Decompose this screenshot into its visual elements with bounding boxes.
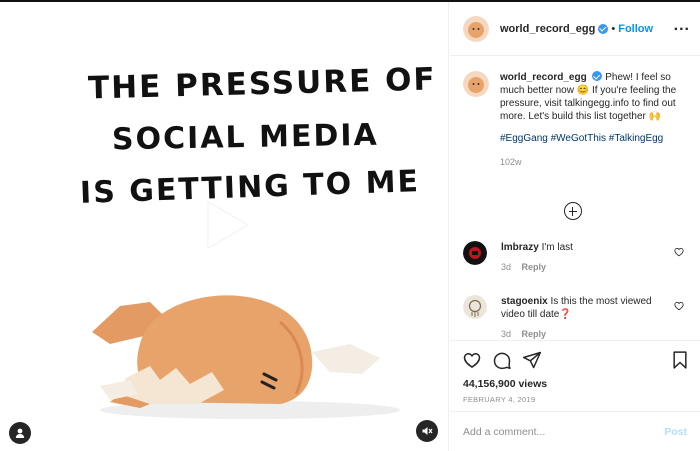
avatar[interactable] [463,15,489,42]
like-icon[interactable] [462,350,482,370]
list-item: lmbrazy I'm last 3d Reply [463,241,688,272]
comment-input[interactable] [463,425,665,438]
egg-avatar-icon [463,71,489,97]
comment-icon[interactable] [492,350,512,370]
verified-badge-icon [592,71,603,81]
comment-time: 3d [501,262,512,272]
egg-avatar-icon [463,15,489,42]
comment-meta: 3d Reply [501,262,688,272]
add-comment-bar: Post [450,411,700,451]
share-icon[interactable] [522,350,542,370]
reply-button[interactable]: Reply [522,329,547,339]
user-glyph-icon [15,428,25,438]
dreamcatcher-avatar-icon [463,295,487,319]
caption-username[interactable]: world_record_egg [500,72,587,83]
user-icon[interactable] [9,422,31,444]
comment-meta: 3d Reply [501,329,688,339]
avatar[interactable] [463,295,487,319]
header-username[interactable]: world_record_egg [500,23,595,35]
video-text-line-1: THE PRESSURE OF [87,61,438,107]
post-actions: 44,156,900 views FEBRUARY 4, 2019 [450,340,700,410]
caption: world_record_egg Phew! I feel so much be… [463,71,688,169]
comment-body: I'm last [541,242,573,253]
avatar[interactable] [463,71,489,97]
heart-icon[interactable] [674,301,684,311]
smile-emoji-icon: 😊 [576,85,590,96]
caption-time: 102w [500,157,522,167]
speaker-muted-icon[interactable] [416,420,438,442]
post-media[interactable]: THE PRESSURE OF SOCIAL MEDIA IS GETTING … [0,2,449,451]
video-text-line-2: SOCIAL MEDIA [111,117,379,158]
comment-text: stagoenix Is this the most viewed video … [501,295,661,321]
load-more-comments-icon[interactable] [564,202,582,220]
red-logo-avatar-icon [463,241,487,265]
post-button[interactable]: Post [664,426,687,438]
question-emoji-icon: ❓ [559,309,572,320]
post-header: world_record_egg • Follow [450,2,700,56]
verified-badge-icon [598,23,609,34]
list-item: stagoenix Is this the most viewed video … [463,295,688,339]
avatar[interactable] [463,241,487,265]
caption-hashtags[interactable]: #EggGang #WeGotThis #TalkingEgg [500,132,688,145]
comment-time: 3d [501,329,512,339]
heart-icon[interactable] [674,247,684,257]
more-options-icon[interactable]: ... [674,18,690,34]
header-separator: • [611,22,616,35]
caption-text: world_record_egg Phew! I feel so much be… [500,71,688,169]
follow-button[interactable]: Follow [618,23,653,35]
post-date: FEBRUARY 4, 2019 [463,395,536,404]
post-sidebar: world_record_egg • Follow ... world_reco… [450,2,700,451]
cracked-egg-illustration [92,295,400,419]
comment-text: lmbrazy I'm last [501,241,661,254]
comments-scroll[interactable]: world_record_egg Phew! I feel so much be… [450,57,700,340]
mute-glyph-icon [422,427,433,435]
play-icon[interactable] [200,198,254,252]
view-count[interactable]: 44,156,900 views [463,378,547,390]
comment-username[interactable]: stagoenix [501,296,548,307]
comment-username[interactable]: lmbrazy [501,242,539,253]
bookmark-icon[interactable] [670,350,690,370]
raised-hands-emoji-icon: 🙌 [648,111,662,122]
reply-button[interactable]: Reply [522,262,547,272]
